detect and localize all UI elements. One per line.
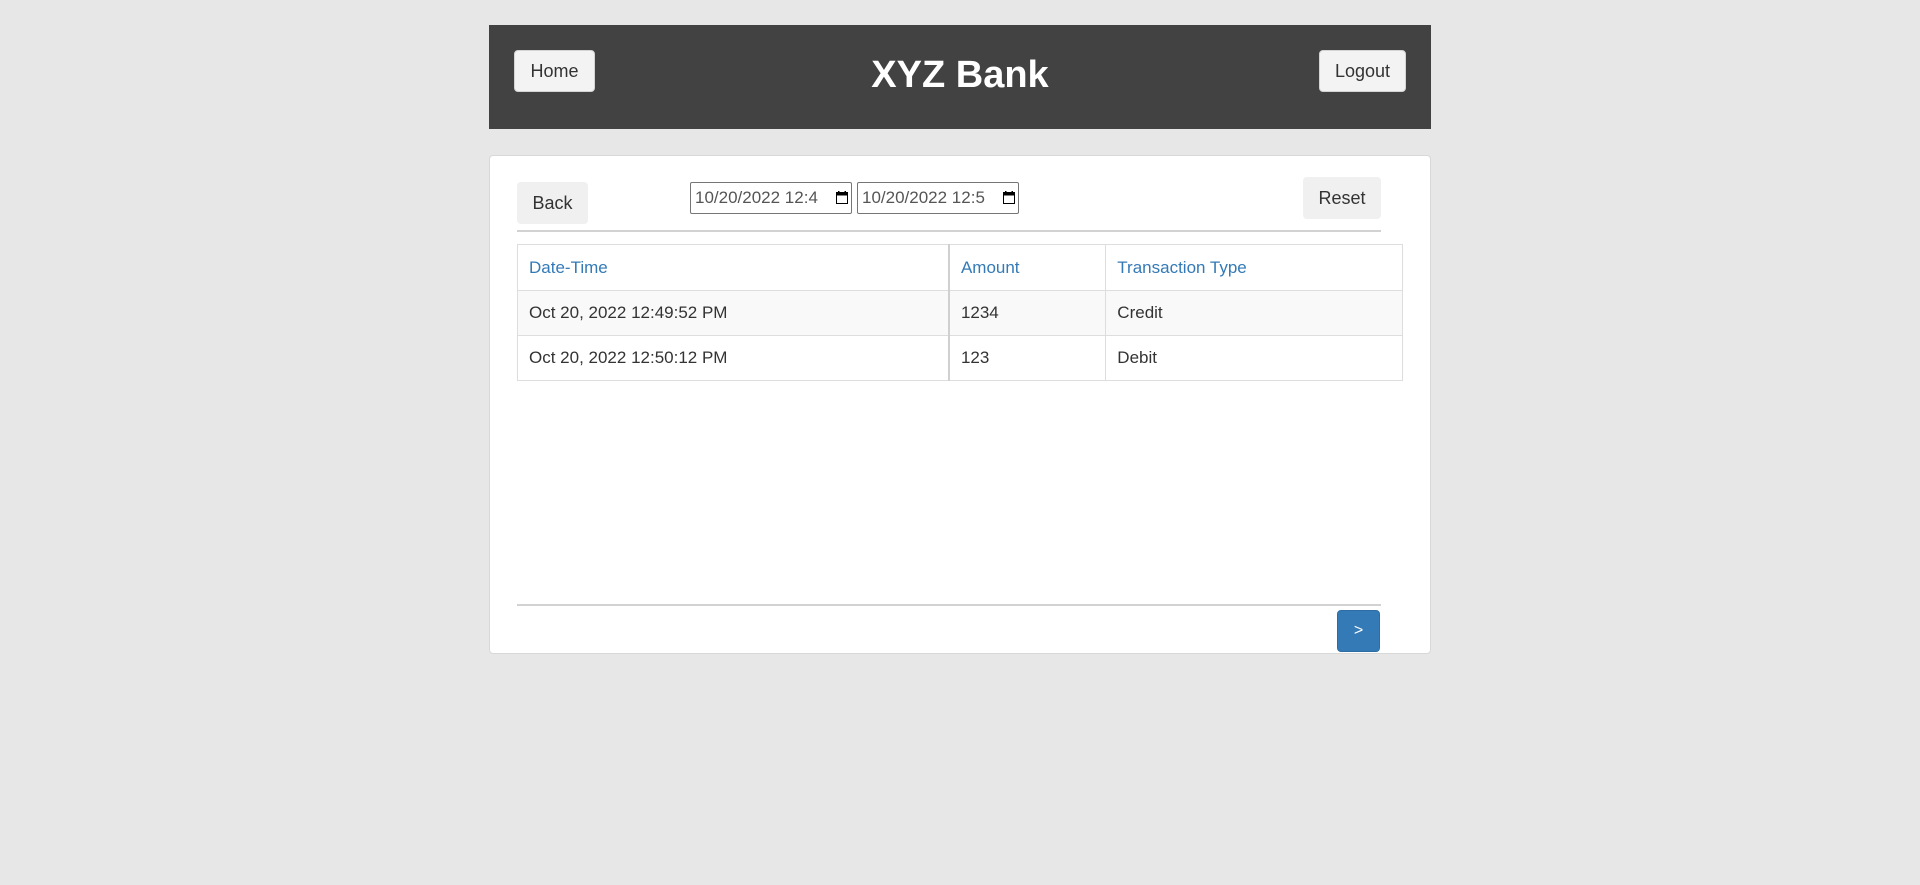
column-header-transaction-type[interactable]: Transaction Type (1105, 244, 1403, 291)
end-datetime-value: 10/20/2022 12:5 (862, 188, 985, 207)
cell-transaction-type: Debit (1105, 335, 1403, 381)
cell-date-time: Oct 20, 2022 12:50:12 PM (516, 335, 950, 381)
next-page-button[interactable]: > (1337, 610, 1380, 652)
calendar-icon[interactable] (1003, 191, 1015, 204)
divider-bottom (517, 604, 1381, 606)
logout-button[interactable]: Logout (1319, 50, 1406, 92)
divider-top (517, 230, 1381, 232)
cell-date-time: Oct 20, 2022 12:49:52 PM (516, 290, 950, 336)
transactions-table: Date-Time Amount Transaction Type Oct 20… (516, 244, 1403, 381)
cell-amount: 123 (948, 335, 1107, 381)
transactions-panel: Back 10/20/2022 12:4 10/20/2022 12:5 Res… (489, 155, 1431, 654)
top-header: Home XYZ Bank Logout (489, 25, 1431, 129)
end-datetime-input[interactable]: 10/20/2022 12:5 (857, 182, 1019, 214)
reset-button[interactable]: Reset (1303, 177, 1381, 219)
table-header-row: Date-Time Amount Transaction Type (516, 244, 1403, 291)
cell-amount: 1234 (948, 290, 1107, 336)
start-datetime-input[interactable]: 10/20/2022 12:4 (690, 182, 852, 214)
table-row: Oct 20, 2022 12:49:52 PM 1234 Credit (516, 290, 1403, 336)
column-header-amount[interactable]: Amount (948, 244, 1107, 291)
calendar-icon[interactable] (836, 191, 848, 204)
column-header-date-time[interactable]: Date-Time (516, 244, 950, 291)
table-row: Oct 20, 2022 12:50:12 PM 123 Debit (516, 335, 1403, 381)
back-button[interactable]: Back (517, 182, 588, 224)
cell-transaction-type: Credit (1105, 290, 1403, 336)
start-datetime-value: 10/20/2022 12:4 (695, 188, 818, 207)
bank-title: XYZ Bank (871, 54, 1049, 96)
